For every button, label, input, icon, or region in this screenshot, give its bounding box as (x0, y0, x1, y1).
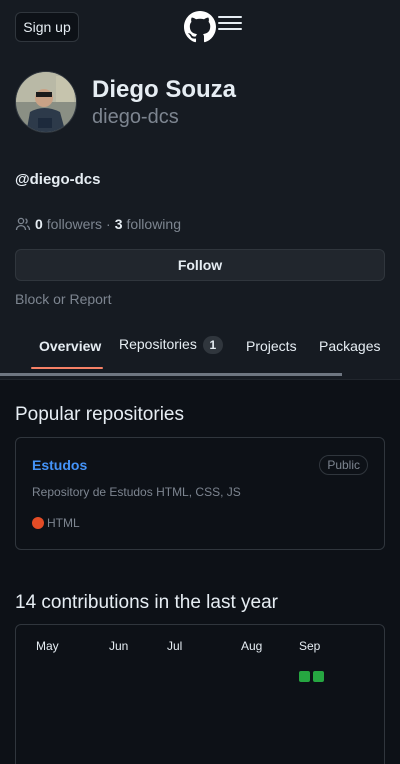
top-header: Sign up (0, 0, 400, 56)
github-logo-icon[interactable] (184, 11, 216, 43)
repo-language-label: HTML (47, 516, 80, 530)
tab-label: Projects (246, 338, 297, 354)
profile-handle: @diego-dcs (15, 171, 101, 188)
profile-tabs: Overview Repositories 1 Projects Packages (0, 306, 400, 380)
tab-packages[interactable]: Packages (319, 338, 380, 354)
followers-label[interactable]: followers (47, 216, 102, 232)
repo-name-link[interactable]: Estudos (32, 457, 87, 473)
profile-login: diego-dcs (92, 106, 179, 128)
contribution-graph: May Jun Jul Aug Sep (15, 624, 385, 764)
follow-separator: · (106, 216, 111, 232)
month-label: Aug (241, 639, 263, 653)
tab-label: Overview (39, 338, 102, 354)
tab-label: Repositories (119, 336, 197, 352)
language-color-dot (32, 517, 44, 529)
popular-repositories-title: Popular repositories (15, 404, 184, 425)
tab-overview[interactable]: Overview (39, 338, 101, 354)
people-icon (15, 217, 31, 231)
avatar (15, 71, 77, 133)
contributions-title: 14 contributions in the last year (15, 592, 278, 613)
following-count[interactable]: 3 (115, 216, 123, 232)
repositories-counter: 1 (202, 336, 223, 354)
repo-card: Estudos Public Repository de Estudos HTM… (15, 437, 385, 550)
block-or-report-link[interactable]: Block or Report (15, 291, 111, 307)
contribution-day[interactable] (299, 671, 310, 682)
profile-name: Diego Souza (92, 76, 237, 103)
repo-language: HTML (32, 516, 80, 530)
profile-section: Diego Souza diego-dcs @diego-dcs 0 follo… (0, 56, 400, 307)
follow-stats: 0 followers · 3 following (15, 216, 181, 232)
followers-count[interactable]: 0 (35, 216, 43, 232)
active-tab-underline (31, 367, 103, 369)
tab-repositories[interactable]: Repositories 1 (119, 336, 223, 354)
month-label: Jul (167, 639, 183, 653)
repo-visibility-badge: Public (319, 455, 368, 475)
tab-projects[interactable]: Projects (246, 338, 297, 354)
hamburger-menu-icon[interactable] (218, 16, 242, 36)
repo-description: Repository de Estudos HTML, CSS, JS (32, 485, 241, 499)
following-label[interactable]: following (127, 216, 181, 232)
sign-up-button[interactable]: Sign up (15, 12, 79, 42)
tabs-scrollbar[interactable] (0, 373, 342, 376)
month-label: Jun (109, 639, 129, 653)
month-label: Sep (299, 639, 321, 653)
contribution-day[interactable] (313, 671, 324, 682)
month-label: May (36, 639, 59, 653)
follow-button[interactable]: Follow (15, 249, 385, 281)
tab-label: Packages (319, 338, 381, 354)
